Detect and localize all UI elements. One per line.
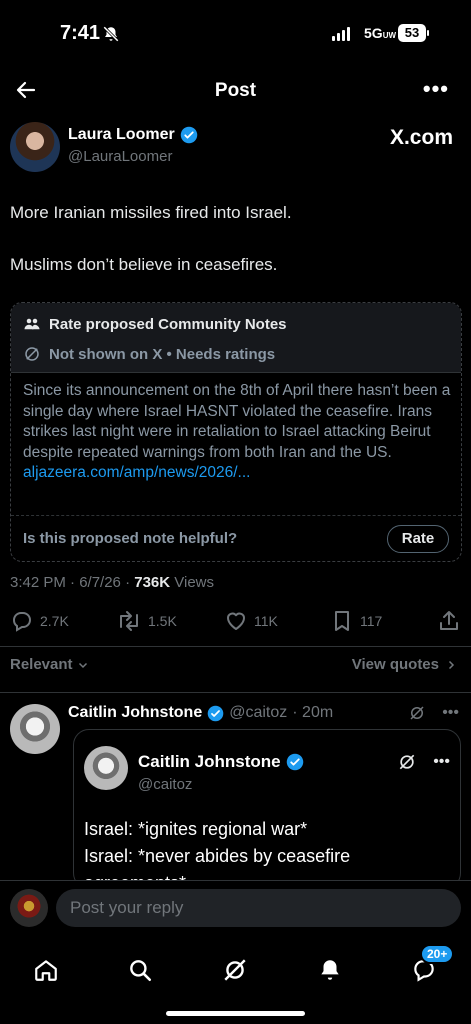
status-time: 7:41 — [60, 22, 101, 44]
quote-handle[interactable]: @caitoz — [138, 776, 192, 793]
tab-home[interactable] — [22, 946, 70, 994]
avatar[interactable] — [10, 704, 60, 754]
tab-notifications[interactable] — [306, 946, 354, 994]
reply-icon — [13, 612, 31, 632]
community-note-body: Since its announcement on the 8th of Apr… — [23, 381, 451, 484]
community-note-status-row: Not shown on X • Needs ratings — [23, 345, 275, 363]
author-handle[interactable]: @LauraLoomer — [68, 148, 172, 165]
quoted-post[interactable]: Caitlin Johnstone @caitoz ••• Israel: *i… — [73, 729, 461, 889]
verified-badge-icon — [207, 705, 224, 721]
community-note-title-row: Rate proposed Community Notes — [23, 315, 287, 333]
post-actions: 2.7K 1.5K 11K 117 — [10, 609, 461, 635]
search-icon — [130, 960, 152, 982]
bell-icon — [321, 960, 339, 980]
top-nav: Post ••• — [0, 74, 471, 108]
hidden-slash-icon — [25, 347, 39, 361]
reply-header: Caitlin Johnstone @caitoz · 20m — [68, 704, 333, 722]
author-name[interactable]: Laura Loomer — [68, 126, 198, 144]
avatar — [10, 889, 48, 927]
post-author: Laura Loomer @LauraLoomer X.com — [10, 120, 461, 172]
reply-input[interactable] — [56, 889, 461, 927]
reply-handle[interactable]: @caitoz — [229, 704, 287, 722]
sort-dropdown[interactable]: Relevant — [10, 656, 89, 673]
community-note-text: Since its announcement on the 8th of Apr… — [23, 382, 451, 461]
avatar[interactable] — [84, 746, 128, 790]
bookmark-button[interactable]: 117 — [330, 609, 382, 633]
network-label: 5GUW — [364, 25, 397, 41]
home-icon — [35, 960, 57, 981]
community-note-link[interactable]: aljazeera.com/amp/news/2026/... — [23, 463, 451, 484]
chevron-down-icon — [78, 662, 87, 668]
reply-button[interactable]: 2.7K — [10, 609, 69, 633]
view-count: 736K — [134, 574, 171, 591]
quote-body: Israel: *ignites regional war* Israel: *… — [84, 819, 351, 888]
bottom-tab-bar: 20+ — [0, 936, 471, 1024]
verified-badge-icon — [180, 126, 197, 144]
verified-badge-icon — [286, 753, 303, 771]
community-note-title: Rate proposed Community Notes — [49, 315, 287, 333]
post-meta: 3:42 PM · 6/7/26 · 736K Views — [10, 574, 215, 591]
more-options-icon[interactable]: ••• — [433, 753, 450, 771]
page-title: Post — [214, 80, 257, 101]
post-line: More Iranian missiles fired into Israel. — [10, 203, 292, 222]
home-indicator — [166, 1011, 305, 1016]
tab-search[interactable] — [116, 946, 164, 994]
tab-grok[interactable] — [211, 946, 259, 994]
heart-icon — [227, 612, 245, 630]
reply-author-name[interactable]: Caitlin Johnstone — [68, 704, 202, 722]
bookmark-icon — [335, 611, 349, 631]
community-note-status: Not shown on X • Needs ratings — [49, 345, 276, 363]
like-button[interactable]: 11K — [224, 609, 278, 633]
grok-icon[interactable] — [408, 704, 426, 722]
post-body: More Iranian missiles fired into Israel.… — [10, 200, 460, 304]
grok-icon[interactable] — [397, 752, 417, 772]
post-line: Muslims don’t believe in ceasefires. — [10, 255, 278, 274]
people-icon — [24, 318, 40, 330]
community-note: Rate proposed Community Notes Not shown … — [10, 302, 462, 562]
bell-off-icon — [103, 26, 119, 42]
reply-time: · 20m — [292, 704, 334, 721]
chevron-right-icon — [448, 660, 455, 669]
post-timestamp: 3:42 PM · 6/7/26 · — [10, 574, 135, 591]
more-options-icon[interactable]: ••• — [423, 76, 449, 102]
signal-icon — [332, 27, 350, 41]
grok-icon — [224, 959, 246, 981]
community-note-header: Rate proposed Community Notes Not shown … — [11, 303, 461, 373]
status-bar: 7:41 5GUW 53 — [0, 0, 471, 70]
avatar[interactable] — [10, 122, 60, 172]
reply-composer — [0, 880, 471, 936]
quote-author-name[interactable]: Caitlin Johnstone — [138, 752, 304, 772]
battery-icon: 53 — [398, 24, 426, 42]
repost-button[interactable]: 1.5K — [116, 609, 177, 633]
view-quotes-link[interactable]: View quotes — [352, 656, 457, 673]
helpful-question: Is this proposed note helpful? — [23, 530, 238, 547]
messages-badge: 20+ — [420, 944, 455, 964]
x-watermark: X.com — [389, 126, 453, 149]
rate-button[interactable]: Rate — [387, 525, 449, 553]
more-options-icon[interactable]: ••• — [442, 704, 459, 722]
repost-icon — [120, 611, 138, 631]
share-icon[interactable] — [437, 609, 461, 633]
